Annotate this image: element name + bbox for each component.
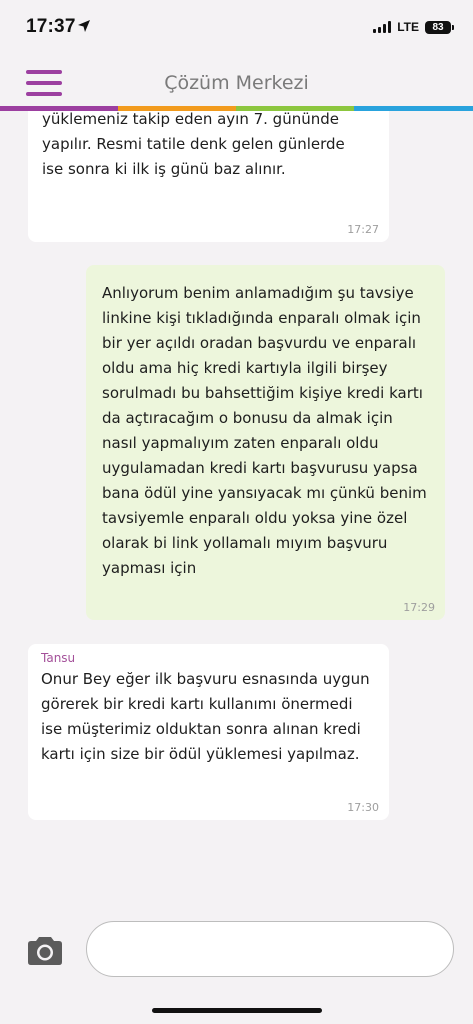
sender-name: Tansu (41, 651, 76, 665)
message-text: Onur Bey eğer ilk başvuru esnasında uygu… (41, 670, 370, 763)
battery-level: 83 (432, 21, 444, 33)
status-bar: 17:37 LTE 83 (0, 0, 473, 56)
page-title: Çözüm Merkezi (164, 72, 309, 94)
network-label: LTE (397, 20, 419, 34)
chat-thread[interactable]: yüklemeniz takip eden ayın 7. gününde ya… (0, 111, 473, 919)
message-time: 17:30 (347, 801, 379, 814)
camera-icon[interactable] (27, 934, 63, 966)
message-time: 17:29 (403, 601, 435, 614)
message-bubble-incoming: Tansu Onur Bey eğer ilk başvuru esnasınd… (28, 644, 389, 820)
message-bubble-incoming: yüklemeniz takip eden ayın 7. gününde ya… (28, 111, 389, 242)
message-text: Anlıyorum benim anlamadığım şu tavsiye l… (102, 284, 427, 577)
message-time: 17:27 (347, 223, 379, 236)
location-arrow-icon (78, 20, 90, 32)
battery-icon: 83 (425, 20, 454, 34)
status-time: 17:37 (26, 16, 76, 37)
app-header: Çözüm Merkezi (0, 56, 473, 110)
home-indicator (152, 1008, 322, 1013)
message-input[interactable] (86, 921, 454, 977)
message-bubble-outgoing: Anlıyorum benim anlamadığım şu tavsiye l… (86, 265, 445, 620)
message-text: yüklemeniz takip eden ayın 7. gününde ya… (42, 111, 345, 178)
status-indicators: LTE 83 (373, 18, 454, 36)
signal-icon (373, 21, 392, 33)
message-composer (0, 919, 473, 989)
